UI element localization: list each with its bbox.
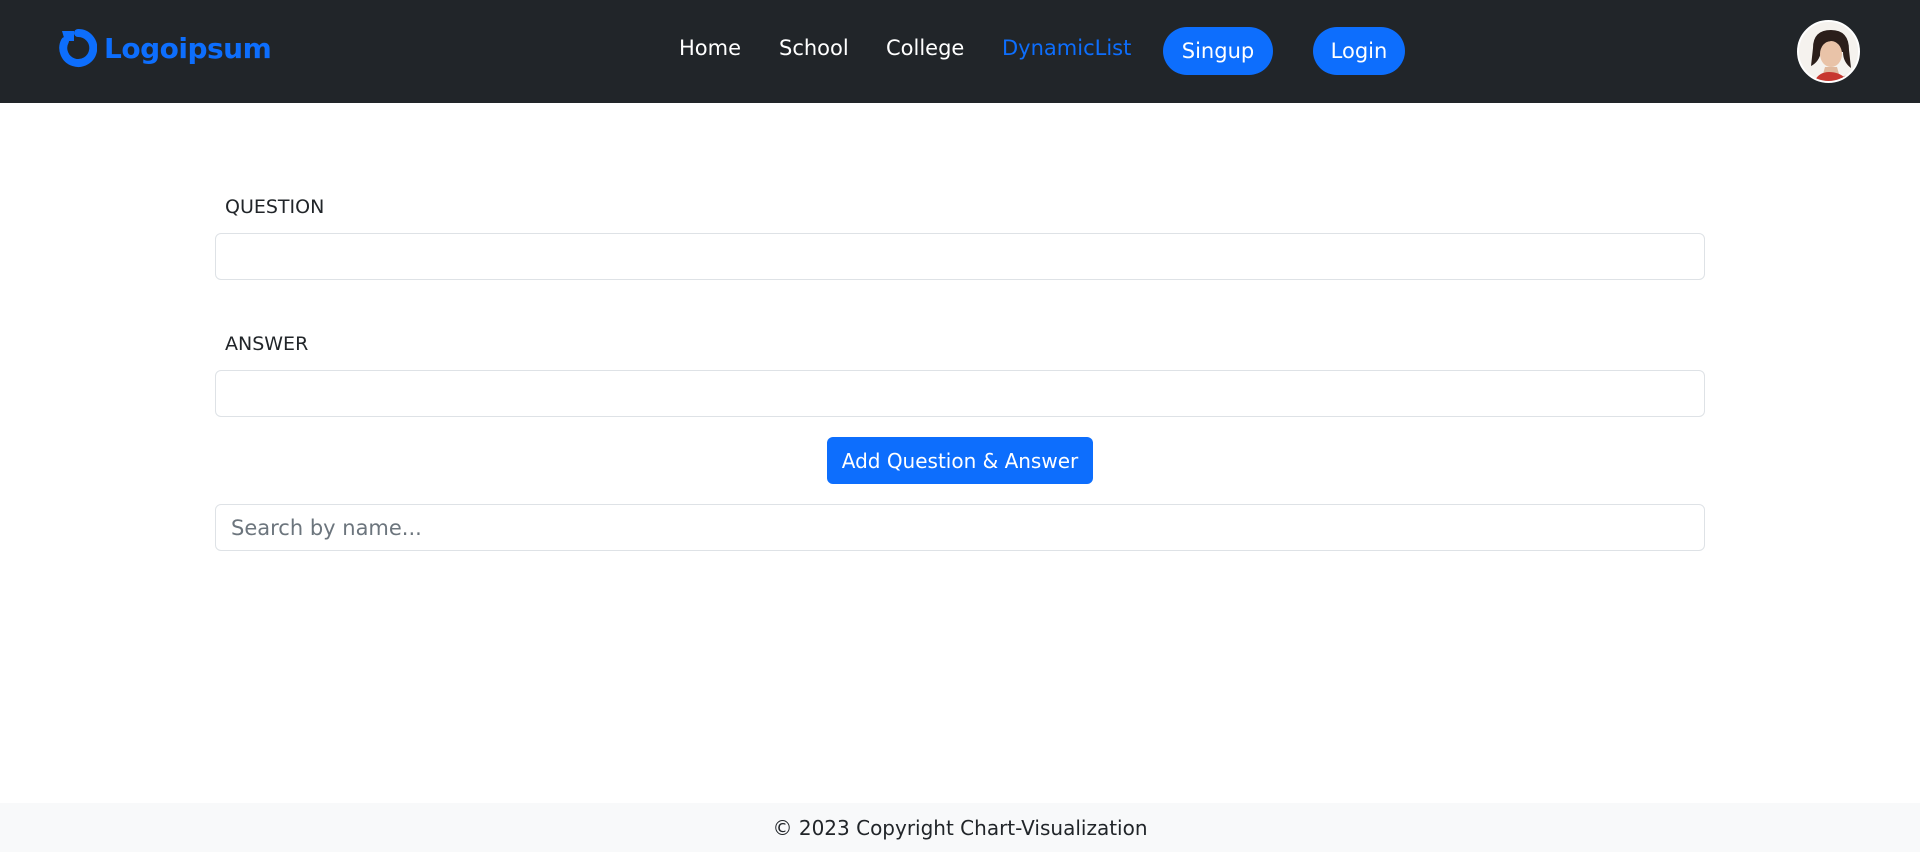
- answer-input[interactable]: [215, 370, 1705, 417]
- search-input[interactable]: [215, 504, 1705, 551]
- top-navbar: Logoipsum Home School College DynamicLis…: [0, 0, 1920, 103]
- login-button[interactable]: Login: [1313, 27, 1405, 75]
- nav-link-school[interactable]: School: [779, 36, 849, 60]
- brand-logo[interactable]: Logoipsum: [59, 28, 272, 68]
- nav-link-college[interactable]: College: [886, 36, 964, 60]
- copyright-text: © 2023 Copyright Chart-Visualization: [772, 815, 1148, 840]
- avatar-photo-icon: [1799, 22, 1858, 81]
- add-question-answer-button[interactable]: Add Question & Answer: [827, 437, 1093, 484]
- brand-name: Logoipsum: [104, 31, 272, 65]
- question-input[interactable]: [215, 233, 1705, 280]
- nav-link-dynamiclist[interactable]: DynamicList: [1002, 36, 1131, 60]
- nav-link-home[interactable]: Home: [679, 36, 741, 60]
- logoipsum-ring-icon: [59, 28, 97, 67]
- signup-button[interactable]: Singup: [1163, 27, 1273, 75]
- user-avatar[interactable]: [1797, 20, 1860, 83]
- question-label: QUESTION: [225, 196, 325, 218]
- answer-label: ANSWER: [225, 333, 309, 355]
- page-footer: © 2023 Copyright Chart-Visualization: [0, 803, 1920, 852]
